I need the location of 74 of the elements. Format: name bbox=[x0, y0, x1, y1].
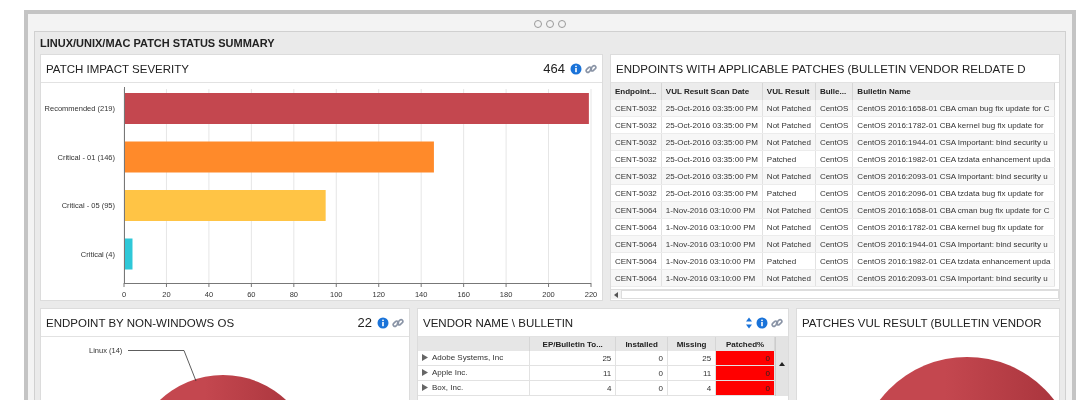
table-cell: CENT-5032 bbox=[611, 116, 662, 134]
vendor-name: Adobe Systems, Inc bbox=[432, 353, 504, 362]
column-header[interactable]: Patched% bbox=[715, 337, 775, 351]
table-cell: CentOS 2016:1982-01 CEA tzdata enhancement upda bbox=[852, 252, 1055, 270]
table-cell: 4 bbox=[529, 380, 616, 396]
table-cell: 0 bbox=[615, 380, 668, 396]
link-icon[interactable] bbox=[585, 62, 597, 75]
column-header[interactable]: Bulle... bbox=[815, 83, 853, 100]
table-cell: 25 bbox=[667, 351, 716, 366]
count-label: 22 bbox=[357, 315, 372, 330]
column-header[interactable]: Bulletin Name bbox=[852, 83, 1055, 100]
bar bbox=[125, 238, 133, 270]
table-cell: 0 bbox=[615, 351, 668, 366]
table-cell: 0 bbox=[615, 365, 668, 381]
table-cell: Not Patched bbox=[762, 100, 816, 117]
vendor-name: Box, Inc. bbox=[432, 383, 464, 392]
dashboard-title: LINUX/UNIX/MAC PATCH STATUS SUMMARY bbox=[40, 36, 275, 51]
table-cell: CentOS bbox=[815, 100, 853, 117]
column-header[interactable]: Installed bbox=[615, 337, 668, 351]
table-cell: CentOS bbox=[815, 218, 853, 236]
table-cell: 25-Oct-2016 03:35:00 PM bbox=[661, 116, 763, 134]
table-cell: 1-Nov-2016 03:10:00 PM bbox=[661, 252, 763, 270]
panel-title: VENDOR NAME \ BULLETIN bbox=[423, 316, 574, 329]
table-cell: Not Patched bbox=[762, 218, 816, 236]
column-header[interactable]: Missing bbox=[667, 337, 716, 351]
table-cell: CentOS bbox=[815, 184, 853, 202]
table-cell: CentOS 2016:1782-01 CBA kernel bug fix update for bbox=[852, 218, 1055, 236]
column-header[interactable]: Endpoint... bbox=[611, 83, 662, 100]
count-label: 464 bbox=[543, 61, 565, 76]
table-cell: 25-Oct-2016 03:35:00 PM bbox=[661, 150, 763, 168]
leader-line bbox=[127, 350, 197, 382]
table-cell: 11 bbox=[529, 365, 616, 381]
table-cell: 1-Nov-2016 03:10:00 PM bbox=[661, 218, 763, 236]
table-cell: Patched bbox=[762, 184, 816, 202]
table-cell: CentOS bbox=[815, 116, 853, 134]
table-cell: CENT-5064 bbox=[611, 218, 662, 236]
table-cell: Not Patched bbox=[762, 116, 816, 134]
table-cell: 0 bbox=[715, 351, 775, 366]
expand-icon[interactable] bbox=[422, 354, 428, 361]
table-cell: Patched bbox=[762, 150, 816, 168]
table-cell: 25-Oct-2016 03:35:00 PM bbox=[661, 184, 763, 202]
table-cell: CENT-5064 bbox=[611, 252, 662, 270]
panel-title: PATCHES VUL RESULT (BULLETIN VENDOR bbox=[802, 316, 1042, 329]
horizontal-scrollbar[interactable] bbox=[611, 289, 1059, 299]
info-icon[interactable] bbox=[377, 316, 389, 329]
vendor-name: Apple Inc. bbox=[432, 368, 468, 377]
panel-title: PATCH IMPACT SEVERITY bbox=[46, 62, 189, 75]
link-icon[interactable] bbox=[392, 316, 404, 329]
info-icon[interactable] bbox=[570, 62, 582, 75]
column-header[interactable]: VUL Result Scan Date bbox=[661, 83, 763, 100]
expand-icon[interactable] bbox=[422, 384, 428, 391]
table-cell: CentOS 2016:2096-01 CBA tzdata bug fix update for bbox=[852, 184, 1055, 202]
table-cell: CENT-5032 bbox=[611, 100, 662, 117]
table-cell: CentOS bbox=[815, 150, 853, 168]
table-cell: Patched bbox=[762, 252, 816, 270]
panel-title: ENDPOINTS WITH APPLICABLE PATCHES (BULLETIN VENDOR RELDATE D bbox=[616, 62, 1026, 75]
table-cell: CentOS 2016:1982-01 CEA tzdata enhancement upda bbox=[852, 150, 1055, 168]
table-cell: CentOS bbox=[815, 252, 853, 270]
info-icon[interactable] bbox=[756, 316, 768, 329]
table-cell: 11 bbox=[667, 365, 716, 381]
table-cell: 25 bbox=[529, 351, 616, 366]
table-cell: 4 bbox=[667, 380, 716, 396]
table-cell: CentOS 2016:1782-01 CBA kernel bug fix update for bbox=[852, 116, 1055, 134]
table-cell: CENT-5032 bbox=[611, 150, 662, 168]
column-header[interactable]: EP/Bulletin To... bbox=[529, 337, 616, 351]
panel-title: ENDPOINT BY NON-WINDOWS OS bbox=[46, 316, 235, 329]
table-cell: 25-Oct-2016 03:35:00 PM bbox=[661, 100, 763, 117]
vertical-scrollbar[interactable] bbox=[775, 337, 788, 396]
table-cell: CENT-5032 bbox=[611, 184, 662, 202]
table-cell: CentOS 2016:1658-01 CBA cman bug fix update for C bbox=[852, 100, 1055, 117]
expand-icon[interactable] bbox=[422, 369, 428, 376]
link-icon[interactable] bbox=[771, 316, 783, 329]
expand-collapse-icon[interactable] bbox=[745, 316, 753, 329]
column-header[interactable]: VUL Result bbox=[762, 83, 816, 100]
